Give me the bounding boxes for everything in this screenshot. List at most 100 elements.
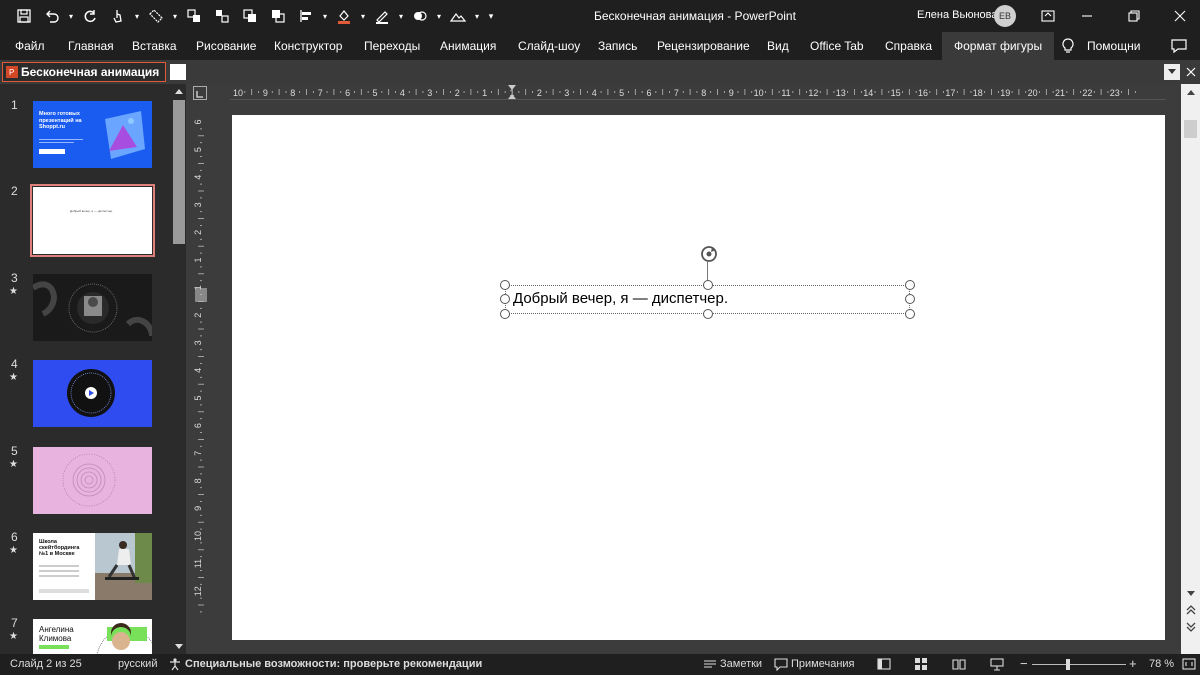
shape-dropdown-icon[interactable]: ▾ xyxy=(170,2,180,30)
zoom-in-button[interactable]: + xyxy=(1129,656,1137,671)
tab-slideshow[interactable]: Слайд-шоу xyxy=(518,32,580,60)
language-indicator[interactable]: русский xyxy=(118,658,157,670)
tab-list-dropdown-icon[interactable] xyxy=(1164,64,1180,80)
zoom-out-button[interactable]: − xyxy=(1020,656,1028,671)
ruler-label: 8 xyxy=(290,88,295,98)
slide-thumbnail-4[interactable] xyxy=(33,360,152,427)
undo-dropdown-icon[interactable]: ▾ xyxy=(66,2,76,30)
slide-thumbnail-3[interactable] xyxy=(33,274,152,341)
comment-icon[interactable] xyxy=(1170,38,1188,54)
avatar[interactable]: ЕВ xyxy=(994,5,1016,27)
normal-view-icon[interactable] xyxy=(877,657,891,671)
restore-icon[interactable] xyxy=(1111,0,1157,32)
resize-handle-top-left[interactable] xyxy=(500,280,510,290)
horizontal-ruler[interactable]: 10 9 8 7 6 5 4 3 2 1 1 2 3 4 5 6 7 8 9 10 11 12 13 14 15 16 17 18 19… xyxy=(230,84,1166,100)
tab-home[interactable]: Главная xyxy=(68,32,114,60)
slide-thumbnail-6[interactable]: Школа скейтбординга №1 в Москве xyxy=(33,533,152,600)
resize-handle-bottom-right[interactable] xyxy=(905,309,915,319)
zoom-slider-thumb[interactable] xyxy=(1066,659,1070,670)
fit-to-window-icon[interactable] xyxy=(1182,657,1196,671)
send-backward-icon[interactable] xyxy=(264,2,292,30)
tab-close-icon[interactable] xyxy=(1183,64,1199,80)
resize-handle-top[interactable] xyxy=(703,280,713,290)
accessibility-status[interactable]: Специальные возможности: проверьте реком… xyxy=(185,658,482,670)
new-tab-button[interactable] xyxy=(170,64,186,80)
picture-dropdown-icon[interactable]: ▾ xyxy=(472,2,482,30)
tab-shape-format[interactable]: Формат фигуры xyxy=(942,32,1055,60)
effects-dropdown-icon[interactable]: ▾ xyxy=(434,2,444,30)
align-dropdown-icon[interactable]: ▾ xyxy=(320,2,330,30)
redo-icon[interactable] xyxy=(76,2,104,30)
resize-handle-bottom[interactable] xyxy=(703,309,713,319)
outline-icon[interactable] xyxy=(368,2,396,30)
tab-selector[interactable] xyxy=(193,86,207,100)
group-icon[interactable] xyxy=(180,2,208,30)
slideshow-icon[interactable] xyxy=(990,657,1004,671)
tab-design[interactable]: Конструктор xyxy=(274,32,342,60)
resize-handle-top-right[interactable] xyxy=(905,280,915,290)
notes-button[interactable]: Заметки xyxy=(720,658,762,670)
fill-color-icon[interactable] xyxy=(330,2,358,30)
tab-office-tab[interactable]: Office Tab xyxy=(810,32,864,60)
tab-animations[interactable]: Анимация xyxy=(440,32,496,60)
zoom-level[interactable]: 78 % xyxy=(1149,658,1174,670)
align-icon[interactable] xyxy=(292,2,320,30)
tab-review[interactable]: Рецензирование xyxy=(657,32,750,60)
main-vertical-scrollbar[interactable] xyxy=(1181,84,1200,654)
save-icon[interactable] xyxy=(10,2,38,30)
resize-handle-right[interactable] xyxy=(905,294,915,304)
next-slide-icon[interactable] xyxy=(1181,619,1200,635)
shape-icon[interactable] xyxy=(142,2,170,30)
tab-view[interactable]: Вид xyxy=(767,32,789,60)
touch-mode-dropdown-icon[interactable]: ▾ xyxy=(132,2,142,30)
minimize-icon[interactable] xyxy=(1064,0,1110,32)
undo-icon[interactable] xyxy=(38,2,66,30)
close-icon[interactable] xyxy=(1157,0,1200,32)
slide-counter[interactable]: Слайд 2 из 25 xyxy=(10,658,82,670)
scroll-up-icon[interactable] xyxy=(1181,84,1200,100)
scroll-down-icon[interactable] xyxy=(172,640,186,654)
tab-record[interactable]: Запись xyxy=(598,32,637,60)
ungroup-icon[interactable] xyxy=(208,2,236,30)
scroll-down-icon[interactable] xyxy=(1181,586,1200,602)
notes-icon[interactable] xyxy=(703,657,717,671)
tab-file[interactable]: Файл xyxy=(15,32,45,60)
main-scroll-thumb[interactable] xyxy=(1184,120,1197,138)
previous-slide-icon[interactable] xyxy=(1181,602,1200,618)
slide-canvas[interactable] xyxy=(232,115,1165,640)
thumbnail-scroll-thumb[interactable] xyxy=(173,100,185,244)
tab-help[interactable]: Справка xyxy=(885,32,932,60)
tab-draw[interactable]: Рисование xyxy=(196,32,256,60)
tab-transitions[interactable]: Переходы xyxy=(364,32,420,60)
zoom-slider-track[interactable] xyxy=(1032,664,1126,665)
accessibility-icon[interactable] xyxy=(168,657,182,671)
tab-insert[interactable]: Вставка xyxy=(132,32,177,60)
slide-thumbnail-5[interactable] xyxy=(33,447,152,514)
resize-handle-left[interactable] xyxy=(500,294,510,304)
customize-qat-icon[interactable]: ▾ xyxy=(482,2,500,30)
touch-mode-icon[interactable] xyxy=(104,2,132,30)
picture-icon[interactable] xyxy=(444,2,472,30)
slide-sorter-icon[interactable] xyxy=(914,657,928,671)
comments-button[interactable]: Примечания xyxy=(791,658,855,670)
comments-icon[interactable] xyxy=(774,657,788,671)
lightbulb-icon[interactable] xyxy=(1060,38,1076,54)
slide-text-box[interactable]: Добрый вечер, я — диспетчер. xyxy=(513,290,728,307)
thumbnail-scrollbar[interactable] xyxy=(172,84,186,654)
outline-dropdown-icon[interactable]: ▾ xyxy=(396,2,406,30)
user-name[interactable]: Елена Вьюнова xyxy=(917,9,997,21)
document-tab[interactable]: P Бесконечная анимация xyxy=(2,62,166,82)
effects-icon[interactable] xyxy=(406,2,434,30)
reading-view-icon[interactable] xyxy=(952,657,966,671)
bring-forward-icon[interactable] xyxy=(236,2,264,30)
help-search-label[interactable]: Помощни xyxy=(1087,32,1140,60)
rotate-handle-icon[interactable] xyxy=(698,243,720,265)
vertical-ruler[interactable]: 6 5 4 3 2 1 1 2 3 4 5 6 7 8 9 10 11 12 xyxy=(193,110,209,640)
ruler-label: 4 xyxy=(592,88,597,98)
slide-thumbnail-2[interactable]: Добрый вечер, я — диспетчер. xyxy=(30,184,155,257)
scroll-up-icon[interactable] xyxy=(172,84,186,98)
slide-thumbnail-7[interactable]: Ангелина Климова xyxy=(33,619,152,654)
fill-dropdown-icon[interactable]: ▾ xyxy=(358,2,368,30)
slide-thumbnail-1[interactable]: Много готовых презентаций на Shoppt.ru xyxy=(33,101,152,168)
resize-handle-bottom-left[interactable] xyxy=(500,309,510,319)
